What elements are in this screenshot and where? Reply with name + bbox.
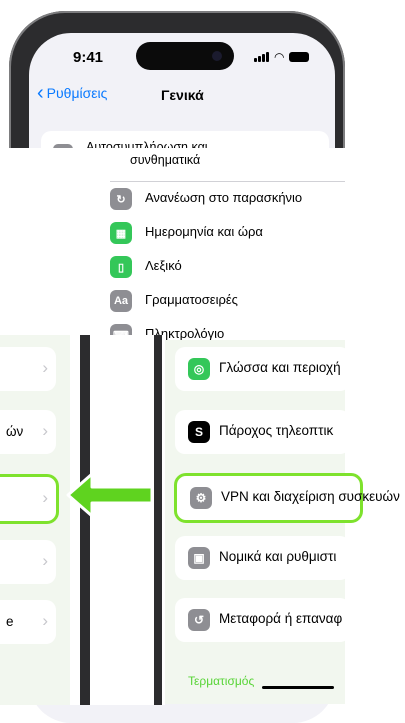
calendar-clock-icon: ▦ xyxy=(110,222,132,244)
view-divider xyxy=(70,335,165,705)
menu-item-date-time[interactable]: ▦ Ημερομηνία και ώρα xyxy=(110,215,345,249)
tv-provider-icon: S xyxy=(188,421,210,443)
page-title: Γενικά xyxy=(161,87,204,103)
chevron-right-icon: › xyxy=(42,421,48,440)
gear-icon: ⚙ xyxy=(190,487,212,509)
legal-icon: ▣ xyxy=(188,547,210,569)
chevron-right-icon: › xyxy=(42,611,48,630)
chevron-right-icon: › xyxy=(42,358,48,377)
left-list-item-highlighted[interactable]: › xyxy=(0,474,59,524)
left-list-item[interactable]: › xyxy=(0,347,56,391)
left-list-item[interactable]: ών › xyxy=(0,410,56,454)
refresh-icon: ↻ xyxy=(110,188,132,210)
home-indicator xyxy=(262,686,334,689)
list-item-label: Μεταφορά ή επαναφ xyxy=(219,611,343,626)
arrow-left-icon xyxy=(66,472,154,518)
menu-item-label: Γραμματοσειρές xyxy=(145,292,238,307)
menu-item-label: Λεξικό xyxy=(145,258,182,273)
left-list-item[interactable]: e › xyxy=(0,600,56,644)
list-item-tv-provider[interactable]: S Πάροχος τηλεοπτικ xyxy=(175,410,350,454)
menu-item-label: Ημερομηνία και ώρα xyxy=(145,224,263,239)
camera-icon xyxy=(212,51,222,61)
list-item-language-region[interactable]: ◎ Γλώσσα και περιοχή xyxy=(175,347,350,391)
list-item-vpn-device-management[interactable]: ⚙ VPN και διαχείριση συσκευών xyxy=(174,473,400,523)
reset-icon: ↺ xyxy=(188,609,210,631)
list-item-label: VPN και διαχείριση συσκευών xyxy=(221,489,400,504)
menu-item-label: Ανανέωση στο παρασκήνιο xyxy=(145,190,303,205)
list-item-transfer-reset[interactable]: ↺ Μεταφορά ή επαναφ xyxy=(175,598,350,642)
left-list-item[interactable]: › xyxy=(0,540,56,584)
left-list-item-label: ών xyxy=(6,424,24,439)
left-list-item-label: e xyxy=(6,614,14,629)
menu-item-background-refresh[interactable]: ↻ Ανανέωση στο παρασκήνιο xyxy=(110,181,345,215)
list-item-label: Πάροχος τηλεοπτικ xyxy=(219,423,334,438)
globe-icon: ◎ xyxy=(188,358,210,380)
zoom-title: συνθηματικά xyxy=(130,153,201,167)
list-item-label: Γλώσσα και περιοχή xyxy=(219,360,341,375)
wifi-icon: ◠ xyxy=(274,50,285,64)
list-item-label: Νομικά και ρυθμιστι xyxy=(219,549,337,564)
phone-edge xyxy=(154,335,162,705)
left-zoom-view: › ών › › › e › xyxy=(0,335,70,705)
chevron-left-icon: ‹ xyxy=(37,82,44,104)
menu-item-fonts[interactable]: Aa Γραμματοσειρές xyxy=(110,283,345,317)
signal-icon xyxy=(254,52,269,62)
dynamic-island xyxy=(136,42,234,70)
chevron-right-icon: › xyxy=(42,551,48,570)
status-time: 9:41 xyxy=(73,49,104,66)
status-icons: ◠ xyxy=(254,50,310,64)
book-icon: ▯ xyxy=(110,256,132,278)
battery-icon xyxy=(289,52,310,62)
shutdown-link[interactable]: Τερματισμός xyxy=(188,674,254,688)
list-item-legal-regulatory[interactable]: ▣ Νομικά και ρυθμιστι xyxy=(175,536,350,580)
font-icon: Aa xyxy=(110,290,132,312)
menu-item-dictionary[interactable]: ▯ Λεξικό xyxy=(110,249,345,283)
phone-edge xyxy=(80,335,90,705)
back-button[interactable]: ‹ Ρυθμίσεις xyxy=(37,82,108,104)
chevron-right-icon: › xyxy=(42,488,48,507)
back-label: Ρυθμίσεις xyxy=(46,85,108,101)
